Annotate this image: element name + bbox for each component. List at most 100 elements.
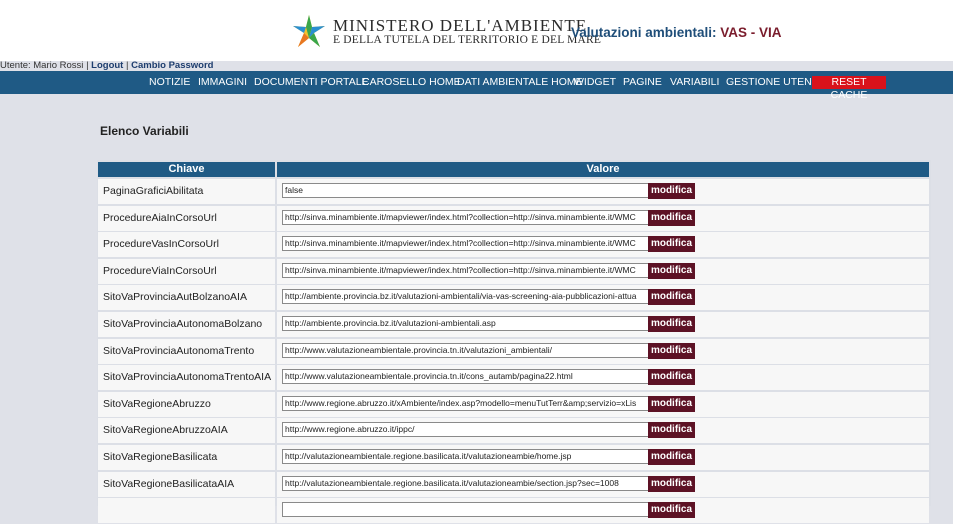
variable-key: SitoVaProvinciaAutBolzanoAIA: [103, 291, 247, 304]
variable-value-input[interactable]: [282, 209, 649, 225]
table-row: SitoVaProvinciaAutonomaTrento modifica: [97, 338, 931, 365]
key-cell: ProcedureAiaInCorsoUrl: [98, 205, 275, 231]
app-title-accent: VAS - VIA: [720, 25, 782, 40]
value-cell: modifica: [277, 391, 929, 417]
variable-key: SitoVaRegioneAbruzzo: [103, 397, 211, 410]
table-row: SitoVaRegioneAbruzzoAIA modifica: [97, 418, 931, 444]
key-cell: ProcedureViaInCorsoUrl: [98, 258, 275, 284]
value-cell: modifica: [277, 365, 929, 391]
variable-key: SitoVaRegioneBasilicata: [103, 451, 218, 463]
value-cell: modifica: [277, 285, 929, 311]
table-row: SitoVaRegioneBasilicataAIA modifica: [97, 471, 931, 498]
key-cell: PaginaGraficiAbilitata: [98, 179, 275, 204]
variable-key: SitoVaProvinciaAutonomaTrentoAIA: [103, 371, 272, 384]
nav-item-widget[interactable]: WIDGET: [574, 71, 616, 94]
value-cell: modifica: [277, 179, 929, 204]
table-row: SitoVaProvinciaAutonomaTrentoAIA modifica: [97, 365, 931, 391]
variable-value-input[interactable]: [282, 395, 649, 411]
variable-key: ProcedureViaInCorsoUrl: [103, 264, 217, 277]
site-header: MINISTERO DELL'AMBIENTE E DELLA TUTELA D…: [0, 0, 953, 61]
variable-key: SitoVaProvinciaAutonomaTrento: [103, 344, 255, 357]
variable-value-input[interactable]: [282, 449, 649, 464]
variable-value-input[interactable]: [282, 236, 649, 252]
nav-item-carosello-home[interactable]: CAROSELLO HOME: [362, 71, 461, 94]
variable-key: SitoVaRegioneBasilicataAIA: [103, 477, 235, 490]
value-cell: modifica: [277, 312, 929, 337]
reset-cache-button[interactable]: RESET CACHE: [812, 76, 886, 101]
column-header-key: Chiave: [98, 162, 275, 177]
app-title: Valutazioni ambientali: VAS - VIA: [571, 25, 782, 40]
variables-table: Chiave Valore PaginaGraficiAbilitata modi…: [97, 160, 931, 524]
edit-button[interactable]: modifica: [648, 395, 695, 412]
key-cell: SitoVaProvinciaAutonomaTrentoAIA: [98, 365, 275, 391]
value-cell: modifica: [277, 258, 929, 284]
value-cell: modifica: [277, 498, 929, 524]
edit-button[interactable]: modifica: [648, 183, 695, 199]
table-row: SitoVaRegioneBasilicata modifica: [97, 445, 931, 471]
main-nav: NOTIZIE IMMAGINI DOCUMENTI PORTALE CAROS…: [0, 71, 953, 101]
current-user: Utente: Mario Rossi: [0, 60, 84, 71]
app-title-main: Valutazioni ambientali:: [571, 25, 717, 40]
nav-item-immagini[interactable]: IMMAGINI: [198, 71, 247, 94]
key-cell: [98, 498, 275, 524]
value-cell: modifica: [277, 471, 929, 497]
variable-value-input[interactable]: [282, 262, 649, 278]
variable-value-input[interactable]: [282, 422, 649, 438]
nav-item-documenti-portale[interactable]: DOCUMENTI PORTALE: [254, 71, 369, 94]
edit-button[interactable]: modifica: [648, 342, 695, 359]
variable-value-input[interactable]: [282, 475, 649, 491]
edit-button[interactable]: modifica: [648, 209, 695, 226]
table-row: SitoVaRegioneAbruzzo modifica: [97, 391, 931, 418]
ministry-star-logo-icon: [293, 15, 325, 47]
variable-value-input[interactable]: [282, 502, 649, 518]
variable-key: PaginaGraficiAbilitata: [103, 185, 204, 197]
variable-key: ProcedureVasInCorsoUrl: [103, 238, 219, 251]
key-cell: SitoVaProvinciaAutonomaTrento: [98, 338, 275, 364]
key-cell: ProcedureVasInCorsoUrl: [98, 232, 275, 258]
variable-value-input[interactable]: [282, 369, 649, 385]
separator: |: [86, 60, 89, 71]
nav-item-gestione-utenti[interactable]: GESTIONE UTENTI: [726, 71, 821, 94]
variable-value-input[interactable]: [282, 289, 649, 305]
variable-value-input[interactable]: [282, 342, 649, 358]
table-row: SitoVaProvinciaAutBolzanoAIA modifica: [97, 285, 931, 311]
key-cell: SitoVaProvinciaAutBolzanoAIA: [98, 285, 275, 311]
edit-button[interactable]: modifica: [648, 449, 695, 465]
value-cell: modifica: [277, 338, 929, 364]
value-cell: modifica: [277, 205, 929, 231]
nav-item-notizie[interactable]: NOTIZIE: [149, 71, 190, 94]
edit-button[interactable]: modifica: [648, 316, 695, 332]
change-password-link[interactable]: Cambio Password: [131, 60, 213, 71]
edit-button[interactable]: modifica: [648, 236, 695, 253]
key-cell: SitoVaProvinciaAutonomaBolzano: [98, 312, 275, 337]
value-cell: modifica: [277, 232, 929, 258]
variable-key: SitoVaRegioneAbruzzoAIA: [103, 424, 228, 437]
user-bar: Utente: Mario Rossi | Logout | Cambio Pa…: [0, 60, 213, 71]
edit-button[interactable]: modifica: [648, 262, 695, 279]
variable-key: SitoVaProvinciaAutonomaBolzano: [103, 318, 263, 330]
logout-link[interactable]: Logout: [91, 60, 123, 71]
table-row: PaginaGraficiAbilitata modifica: [97, 179, 931, 205]
nav-item-pagine[interactable]: PAGINE: [623, 71, 662, 94]
edit-button[interactable]: modifica: [648, 422, 695, 439]
table-row: ProcedureAiaInCorsoUrl modifica: [97, 205, 931, 232]
table-row: ProcedureViaInCorsoUrl modifica: [97, 258, 931, 285]
column-header-value: Valore: [277, 162, 929, 177]
table-row: modifica: [97, 498, 931, 524]
ministry-name: MINISTERO DELL'AMBIENTE: [333, 16, 588, 35]
key-cell: SitoVaRegioneBasilicata: [98, 445, 275, 470]
variable-value-input[interactable]: [282, 316, 649, 331]
edit-button[interactable]: modifica: [648, 289, 695, 306]
separator: |: [126, 60, 129, 71]
nav-item-dati-ambientale-home[interactable]: DATI AMBIENTALE HOME: [457, 71, 583, 94]
table-row: ProcedureVasInCorsoUrl modifica: [97, 232, 931, 258]
key-cell: SitoVaRegioneBasilicataAIA: [98, 471, 275, 497]
nav-item-variabili[interactable]: VARIABILI: [670, 71, 719, 94]
page-title: Elenco Variabili: [100, 124, 189, 138]
edit-button[interactable]: modifica: [648, 502, 695, 519]
variable-value-input[interactable]: [282, 183, 649, 198]
key-cell: SitoVaRegioneAbruzzo: [98, 391, 275, 417]
edit-button[interactable]: modifica: [648, 475, 695, 492]
key-cell: SitoVaRegioneAbruzzoAIA: [98, 418, 275, 444]
edit-button[interactable]: modifica: [648, 369, 695, 386]
